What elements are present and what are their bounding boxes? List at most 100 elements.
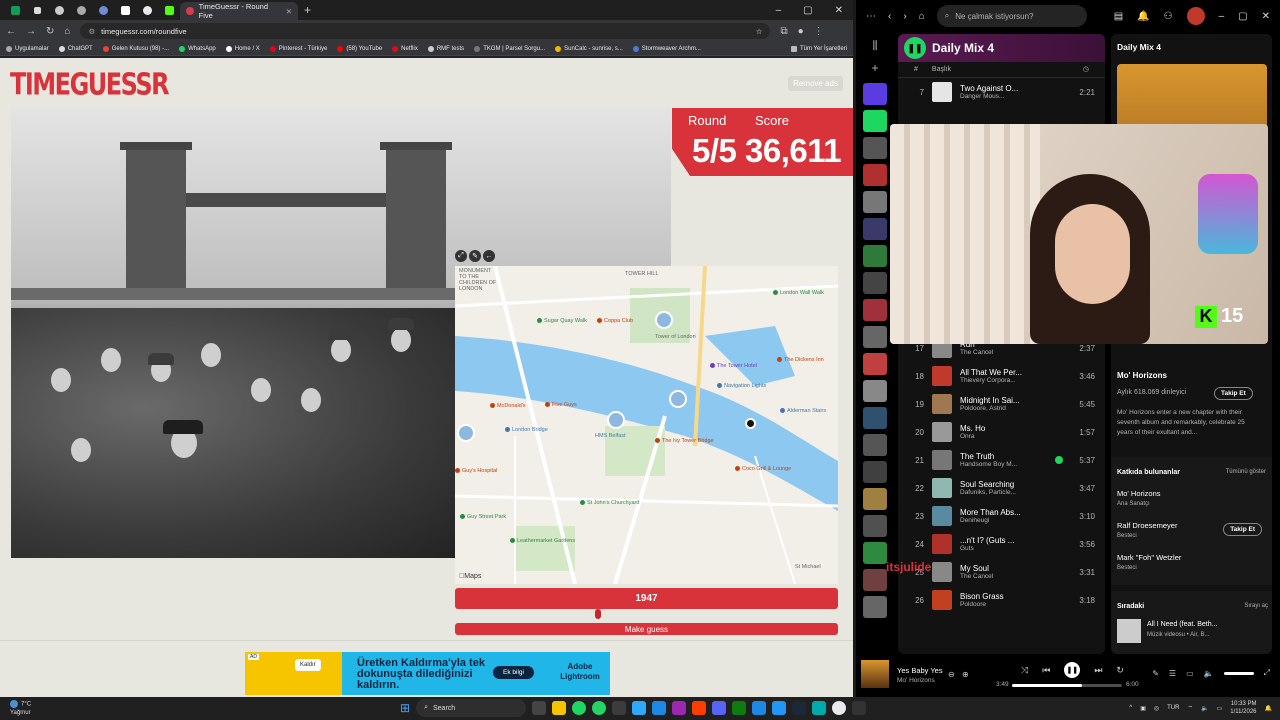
tab-app[interactable] [70,0,92,20]
app-taskbar-icon[interactable] [652,701,667,715]
bookmark-tkgm[interactable]: TKGM | Parsel Sorgu... [474,45,545,52]
previous-icon[interactable]: ⏮ [1042,665,1050,676]
library-item[interactable] [863,434,887,456]
whatsapp-taskbar-icon[interactable] [592,701,607,715]
steam-taskbar-icon[interactable] [792,701,807,715]
track-row[interactable]: 21 The Truth Handsome Boy M... 5:37 [898,446,1105,474]
bookmark-x[interactable]: Home / X [225,45,260,52]
library-item[interactable] [863,596,887,618]
tab-sheets[interactable] [4,0,26,20]
volume-icon[interactable]: 🔈 [1201,705,1208,712]
tab-google[interactable] [136,0,158,20]
artist-name[interactable]: Mo' Horizons [1117,371,1167,380]
library-item[interactable] [863,488,887,510]
tower-of-london-pin[interactable] [655,311,673,329]
queue-track[interactable]: All I Need (feat. Beth... [1147,621,1217,628]
pause-playlist-button[interactable]: ❚❚ [904,37,926,59]
remove-ads-button[interactable]: Remove ads [788,76,843,91]
add-icon[interactable]: + [856,61,894,75]
weather-widget[interactable]: 7°C Yağmur [10,700,31,717]
home-icon[interactable]: ⌂ [64,26,70,37]
minimize-icon[interactable]: – [1219,11,1225,22]
tray-app-icon[interactable]: ▣ [1140,705,1146,712]
track-row[interactable]: 26 Bison Grass Poldoore 3:18 [898,586,1105,614]
app-taskbar-icon[interactable] [812,701,827,715]
library-item[interactable] [863,137,887,159]
tab-timeguessr[interactable]: TimeGuessr - Round Five ✕ [180,2,298,20]
reload-icon[interactable]: ↻ [46,26,54,37]
avatar[interactable] [1186,7,1205,25]
file-explorer-icon[interactable] [552,701,567,715]
fullscreen-icon[interactable]: ⤢ [1264,668,1270,678]
language-indicator[interactable]: TUR [1167,705,1179,711]
address-bar[interactable]: ⚙ timeguessr.com/roundfive ☆ [80,23,771,39]
library-item[interactable] [863,245,887,267]
menu-icon[interactable]: ⋮ [814,26,824,37]
notification-icon[interactable]: 🔔 [1137,11,1149,22]
acrobat-taskbar-icon[interactable] [692,701,707,715]
track-row[interactable]: 23 More Than Abs... Deniheugi 3:10 [898,502,1105,530]
library-item[interactable] [863,461,887,483]
volume-icon[interactable]: 🔈 [1204,669,1214,678]
library-item[interactable] [863,380,887,402]
now-playing-artist[interactable]: Mo' Horizons [897,677,935,684]
map-pin-icon[interactable]: ✎ [469,250,481,262]
ad-kaldir-button[interactable]: Kaldır [295,659,321,671]
windows-start-icon[interactable]: ⊞ [400,701,410,715]
bookmark-youtube[interactable]: (58) YouTube [337,45,382,52]
library-item[interactable] [863,191,887,213]
library-item[interactable] [863,272,887,294]
app-taskbar-icon[interactable] [772,701,787,715]
next-icon[interactable]: ⏭ [1094,665,1102,676]
friends-icon[interactable]: ⚇ [1164,11,1173,22]
follow-credit-button[interactable]: Takip Et [1223,523,1262,536]
maximize-icon[interactable]: ▢ [1238,11,1247,22]
task-view-icon[interactable] [532,701,547,715]
back-icon[interactable]: ‹ [888,11,891,22]
library-item[interactable] [863,542,887,564]
track-row[interactable]: 18 All That We Per... Thievery Corpora... 3… [898,362,1105,390]
track-row[interactable]: 24 ...n't I? (Guts ... Guts 3:56 [898,530,1105,558]
bookmark-all-folder[interactable]: Tüm Yer İşaretleri [790,45,847,52]
bookmark-stormweaver[interactable]: Stormweaver Archm... [632,45,701,52]
more-icon[interactable]: ⋯ [866,11,876,22]
site-info-icon[interactable]: ⚙ [88,27,95,36]
make-guess-button[interactable]: Make guess [455,623,838,635]
new-tab-button[interactable]: + [304,3,311,17]
library-item[interactable] [863,110,887,132]
extensions-icon[interactable]: ⧉ [780,26,787,37]
follow-artist-button[interactable]: Takip Et [1214,387,1253,400]
lyrics-icon[interactable]: ✎ [1152,669,1159,678]
close-tab-icon[interactable]: ✕ [286,7,292,16]
show-all-credits-link[interactable]: Tümünü göster [1226,469,1266,475]
back-icon[interactable]: ← [6,26,16,37]
library-item[interactable] [863,515,887,537]
wifi-icon[interactable]: ⌔ [1187,704,1193,712]
devices-icon[interactable]: ▭ [1186,669,1194,678]
hms-belfast-pin[interactable] [607,411,625,429]
tab-notion[interactable] [114,0,136,20]
library-icon[interactable]: ⫼ [856,40,894,53]
maximize-icon[interactable]: ▢ [803,5,812,16]
adobe-ad-banner[interactable]: AD Kaldır Üretken Kaldırma'yla tek dokun… [245,652,610,695]
photoshop-taskbar-icon[interactable] [632,701,647,715]
app-taskbar-icon[interactable] [612,701,627,715]
notification-icon[interactable]: 🔔 [1265,705,1272,712]
library-item[interactable] [863,407,887,429]
library-item[interactable] [863,353,887,375]
tab-discord[interactable] [92,0,114,20]
library-item[interactable] [863,164,887,186]
library-item[interactable] [863,299,887,321]
taskbar-clock[interactable]: 10:33 PM 1/11/2026 [1230,700,1256,716]
now-playing-art[interactable] [861,660,889,688]
volume-slider[interactable] [1223,671,1254,675]
credit-item[interactable]: Ralf Droesemeyer Besteci [1117,521,1177,539]
forward-icon[interactable]: › [903,11,906,22]
remove-icon[interactable]: ⊖ [948,670,955,679]
profile-icon[interactable]: ● [798,26,804,37]
bookmark-star-icon[interactable]: ☆ [756,27,763,36]
tab-x[interactable] [26,0,48,20]
chrome-taskbar-icon[interactable] [832,701,847,715]
guess-map[interactable]: MONUMENT TO THE CHILDREN OF LONDON TOWER… [455,266,838,584]
bookmark-netflix[interactable]: Netflix [392,45,418,52]
